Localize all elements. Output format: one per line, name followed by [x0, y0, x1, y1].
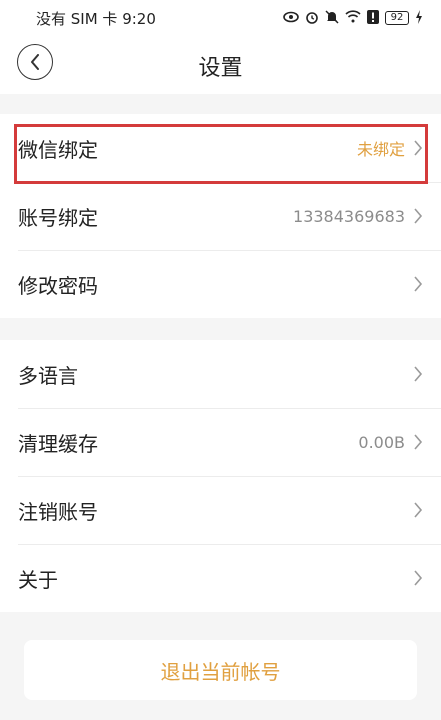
- chevron-right-icon: [414, 140, 423, 156]
- row-wechat-binding[interactable]: 微信绑定 未绑定: [0, 114, 441, 182]
- row-language[interactable]: 多语言: [0, 340, 441, 408]
- page-title: 设置: [198, 56, 243, 81]
- row-label: 多语言: [18, 363, 78, 388]
- row-label: 微信绑定: [18, 137, 98, 162]
- charging-icon: [415, 9, 423, 27]
- row-label: 清理缓存: [18, 431, 98, 456]
- mute-icon: [325, 9, 339, 27]
- chevron-right-icon: [414, 276, 423, 292]
- logout-button[interactable]: 退出当前帐号: [24, 640, 417, 700]
- row-label: 注销账号: [18, 499, 98, 524]
- row-value: 未绑定: [356, 140, 405, 159]
- row-account-binding[interactable]: 账号绑定 13384369683: [0, 182, 441, 250]
- alarm-icon: [305, 10, 319, 27]
- row-label: 账号绑定: [18, 205, 98, 230]
- status-bar: 没有 SIM 卡 9:20 92: [0, 0, 441, 36]
- chevron-right-icon: [414, 366, 423, 382]
- settings-group-account: 微信绑定 未绑定 账号绑定 13384369683 修改密码: [0, 114, 441, 318]
- row-about[interactable]: 关于: [0, 544, 441, 612]
- chevron-right-icon: [414, 570, 423, 586]
- chevron-right-icon: [414, 502, 423, 518]
- row-value: 0.00B: [358, 432, 405, 452]
- row-label: 关于: [18, 567, 58, 592]
- chevron-right-icon: [414, 434, 423, 450]
- row-delete-account[interactable]: 注销账号: [0, 476, 441, 544]
- row-change-password[interactable]: 修改密码: [0, 250, 441, 318]
- carrier-time: 没有 SIM 卡 9:20: [36, 9, 156, 28]
- row-value: 13384369683: [293, 206, 405, 226]
- wifi-icon: [345, 10, 361, 26]
- battery-icon: 92: [385, 11, 409, 25]
- row-label: 修改密码: [18, 273, 98, 298]
- header: 设置: [0, 36, 441, 94]
- settings-group-general: 多语言 清理缓存 0.00B 注销账号 关于: [0, 340, 441, 612]
- row-clear-cache[interactable]: 清理缓存 0.00B: [0, 408, 441, 476]
- alert-icon: [367, 9, 379, 27]
- status-icons: 92: [283, 9, 423, 27]
- chevron-right-icon: [414, 208, 423, 224]
- eye-icon: [283, 11, 299, 26]
